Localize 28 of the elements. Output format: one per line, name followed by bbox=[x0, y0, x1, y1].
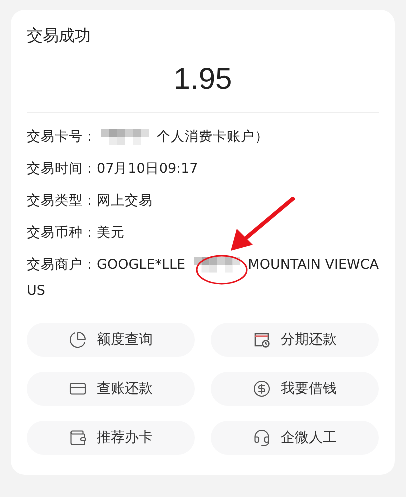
detail-label: 交易类型： bbox=[27, 192, 97, 211]
detail-value: US bbox=[27, 282, 46, 301]
wallet-icon bbox=[69, 429, 87, 447]
action-button[interactable]: 查账还款 bbox=[27, 372, 195, 406]
detail-value: 美元 bbox=[97, 224, 125, 243]
status-title: 交易成功 bbox=[27, 25, 92, 47]
detail-label: 交易币种： bbox=[27, 224, 97, 243]
detail-label: 交易卡号： bbox=[27, 128, 97, 147]
action-button[interactable]: 推荐办卡 bbox=[27, 421, 195, 455]
annotation-arrow bbox=[229, 197, 295, 253]
card-icon bbox=[69, 380, 87, 398]
headset-icon bbox=[253, 429, 271, 447]
detail-value: MOUNTAIN VIEWCA bbox=[248, 256, 379, 275]
detail-value: GOOGLE*LLE bbox=[97, 256, 186, 275]
detail-value: 个人消费卡账户） bbox=[157, 128, 269, 147]
detail-value: 07月10日09:17 bbox=[97, 160, 198, 179]
action-button[interactable]: 额度查询 bbox=[27, 323, 195, 357]
detail-value: 网上交易 bbox=[97, 192, 153, 211]
detail-label: 交易时间： bbox=[27, 160, 97, 179]
action-button[interactable]: 企微人工 bbox=[211, 421, 379, 455]
pie-chart-icon bbox=[69, 331, 87, 349]
detail-label: 交易商户： bbox=[27, 256, 97, 275]
card-clock-icon bbox=[253, 331, 271, 349]
amount: 1.95 bbox=[172, 62, 234, 98]
action-button[interactable]: 分期还款 bbox=[211, 323, 379, 357]
coin-icon bbox=[253, 380, 271, 398]
annotation-ellipse bbox=[195, 254, 249, 286]
action-button[interactable]: 我要借钱 bbox=[211, 372, 379, 406]
